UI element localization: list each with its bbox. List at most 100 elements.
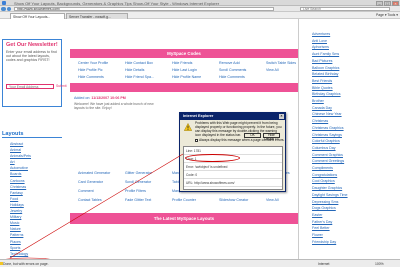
always-display-checkbox[interactable]: Always display this message when a page … [195,138,284,142]
graphics-category-link[interactable]: Daylight Savings Time [312,192,348,199]
zoom-level[interactable]: 100% [375,262,384,266]
code-link[interactable]: Glitter Generator [125,171,172,175]
code-link[interactable]: Profile Counter [172,198,219,202]
layouts-heading: Layouts [2,131,62,138]
graphics-category-link[interactable]: Chinese New Year [312,111,348,118]
code-link[interactable]: Hide Comments [219,75,266,79]
newsletter-title: Get Our Newsletter! [6,42,58,48]
checkbox-box[interactable] [195,138,198,142]
codes-row-2: Hide Profile Pic Hide Details Hide Last Lo… [78,68,313,72]
url-input[interactable]: http://www.showoffmes.com/ [14,7,274,11]
window-title: Show Off Your Layouts, Backgrounds, Gene… [14,0,220,6]
status-text[interactable]: Done, but with errors on page. [3,262,49,266]
code-link[interactable]: Animated Generator [78,171,125,175]
warning-icon [184,123,192,131]
code-link[interactable]: Contact Tables [78,198,125,202]
graphics-category-link[interactable]: Easter [312,212,348,219]
graphics-category-link[interactable]: Congratulations [312,172,348,179]
status-bar: Done, but with errors on page. Internet … [0,259,400,267]
back-icon[interactable] [1,6,6,11]
graphics-category-link[interactable]: Best Friends [312,78,348,85]
page-tools-menu[interactable]: Page ▾ Tools ▾ [376,13,398,17]
codes-row-1: Center Your Profile Hide Contact Box Hide … [78,61,313,65]
graphics-category-link[interactable]: Flower [312,232,348,239]
layout-category-list: Abstract Animal Animals/Pets Art Automotive B… [10,141,31,257]
newsletter-box: Get Our Newsletter! Enter your email add… [2,39,67,107]
graphics-category-link[interactable]: Depressing Sms [312,199,348,206]
submit-button[interactable]: Submit [56,84,67,88]
code-link[interactable]: Card Generator [78,180,125,184]
news-header [70,83,298,92]
code-link[interactable]: Hide Last Login [172,68,219,72]
code-link[interactable]: Fade Glitter Text [125,198,172,202]
codes-header: MySpace Codes [70,49,298,58]
error-details-box: Line: 1781 Char: 1 Error: 'swfobject' is… [183,146,283,190]
code-link[interactable]: Scroll Comments [219,68,266,72]
graphics-category-link[interactable]: Colorful Graphics [312,138,348,145]
error-url: URL: http://www.showoffmes.com/ [184,179,282,187]
graphics-category-link[interactable]: Columbus Day [312,145,348,152]
news-post: Added on: 11/13/2007 10:06 PM Welcome! W… [74,96,154,110]
post-meta: Added on: 11/13/2007 10:06 PM [74,96,154,100]
latest-layouts-header: The Latest MySpace Layouts [70,213,298,224]
graphics-category-link[interactable]: Christmas Sayings [312,132,348,139]
code-link[interactable]: Hide Comments [78,75,125,79]
forward-icon[interactable] [6,6,11,11]
graphics-category-link[interactable]: Canada Day [312,105,348,112]
code-link[interactable]: Remove Add [219,61,266,65]
graphics-category-link[interactable]: Bad Pictures [312,58,348,65]
graphics-category-link[interactable]: Cool Graphics [312,178,348,185]
dialog-close-icon[interactable]: × [279,114,284,119]
graphics-category-link[interactable]: Brother [312,98,348,105]
graphics-category-link[interactable]: Feel Better [312,225,348,232]
graphics-category-link[interactable]: Bible Quotes [312,85,348,92]
close-button[interactable]: × [392,0,399,6]
code-link[interactable]: Hide Profile Name [172,75,219,79]
graphics-category-link[interactable]: Anti Love [312,38,348,45]
email-field[interactable] [6,84,54,89]
tabs-bar: Show Off Your Layouts... Server Transfer… [0,12,400,19]
maximize-button[interactable]: □ [384,0,391,6]
window-controls: – □ × [376,0,399,6]
search-input[interactable]: Live Search [300,7,390,11]
checkbox-label: Always display this message when a page … [199,138,285,142]
graphics-category-link[interactable]: Dogs Graphics [312,205,348,212]
graphics-category-list: Adventures Anti Love Aphorisms Aunt Family … [312,31,348,246]
graphics-category-link[interactable]: Father's Day [312,219,348,226]
graphics-category-link[interactable]: Adventures [312,31,348,38]
post-body: Welcome! We have just added a whole bunc… [74,102,154,110]
post-added-label: Added on: [74,96,91,100]
code-link[interactable]: Slideshow Creator [219,198,266,202]
code-link[interactable]: Hide Friend Spa... [125,75,172,79]
code-link[interactable]: Hide Details [125,68,172,72]
code-link[interactable]: Center Your Profile [78,61,125,65]
newsletter-text: Enter your email address to find out abo… [6,50,57,63]
code-link[interactable]: Hide Profile Pic [78,68,125,72]
code-link[interactable]: Profile Filters [125,189,172,193]
graphics-category-link[interactable]: Balloon Graphics [312,65,348,72]
minimize-button[interactable]: – [376,0,383,6]
left-column: Get Our Newsletter! Enter your email add… [0,19,70,259]
layout-category-link[interactable]: Technology [10,251,31,257]
navigation-buttons [1,6,11,12]
graphics-category-link[interactable]: Belated Birthday [312,71,348,78]
graphics-category-link[interactable]: Daughter Graphics [312,185,348,192]
graphics-category-link[interactable]: Compliments [312,165,348,172]
ie-icon [2,1,6,5]
error-code: Code: 0 [184,171,282,179]
code-link[interactable]: Comment [78,189,125,193]
graphics-category-link[interactable]: Aunt Family Sms [312,51,348,58]
graphics-category-link[interactable]: Christmas Graphics [312,125,348,132]
code-link[interactable]: Scroll Generator [125,180,172,184]
graphics-category-link[interactable]: Comment Greetings [312,158,348,165]
code-link[interactable]: Hide Contact Box [125,61,172,65]
generators-row-4: Contact Tables Fade Glitter Text Profile C… [78,198,313,202]
code-link[interactable]: Hide Friends [172,61,219,65]
graphics-category-link[interactable]: Birthday Graphics [312,91,348,98]
dialog-title: Internet Explorer [183,114,214,119]
graphics-category-link[interactable]: Friendship Day [312,239,348,246]
graphics-category-link[interactable]: Aphorisms [312,44,348,51]
post-date: 11/13/2007 10:06 PM [91,96,126,100]
graphics-category-link[interactable]: Christmas [312,118,348,125]
graphics-category-link[interactable]: Comment Graphics [312,152,348,159]
